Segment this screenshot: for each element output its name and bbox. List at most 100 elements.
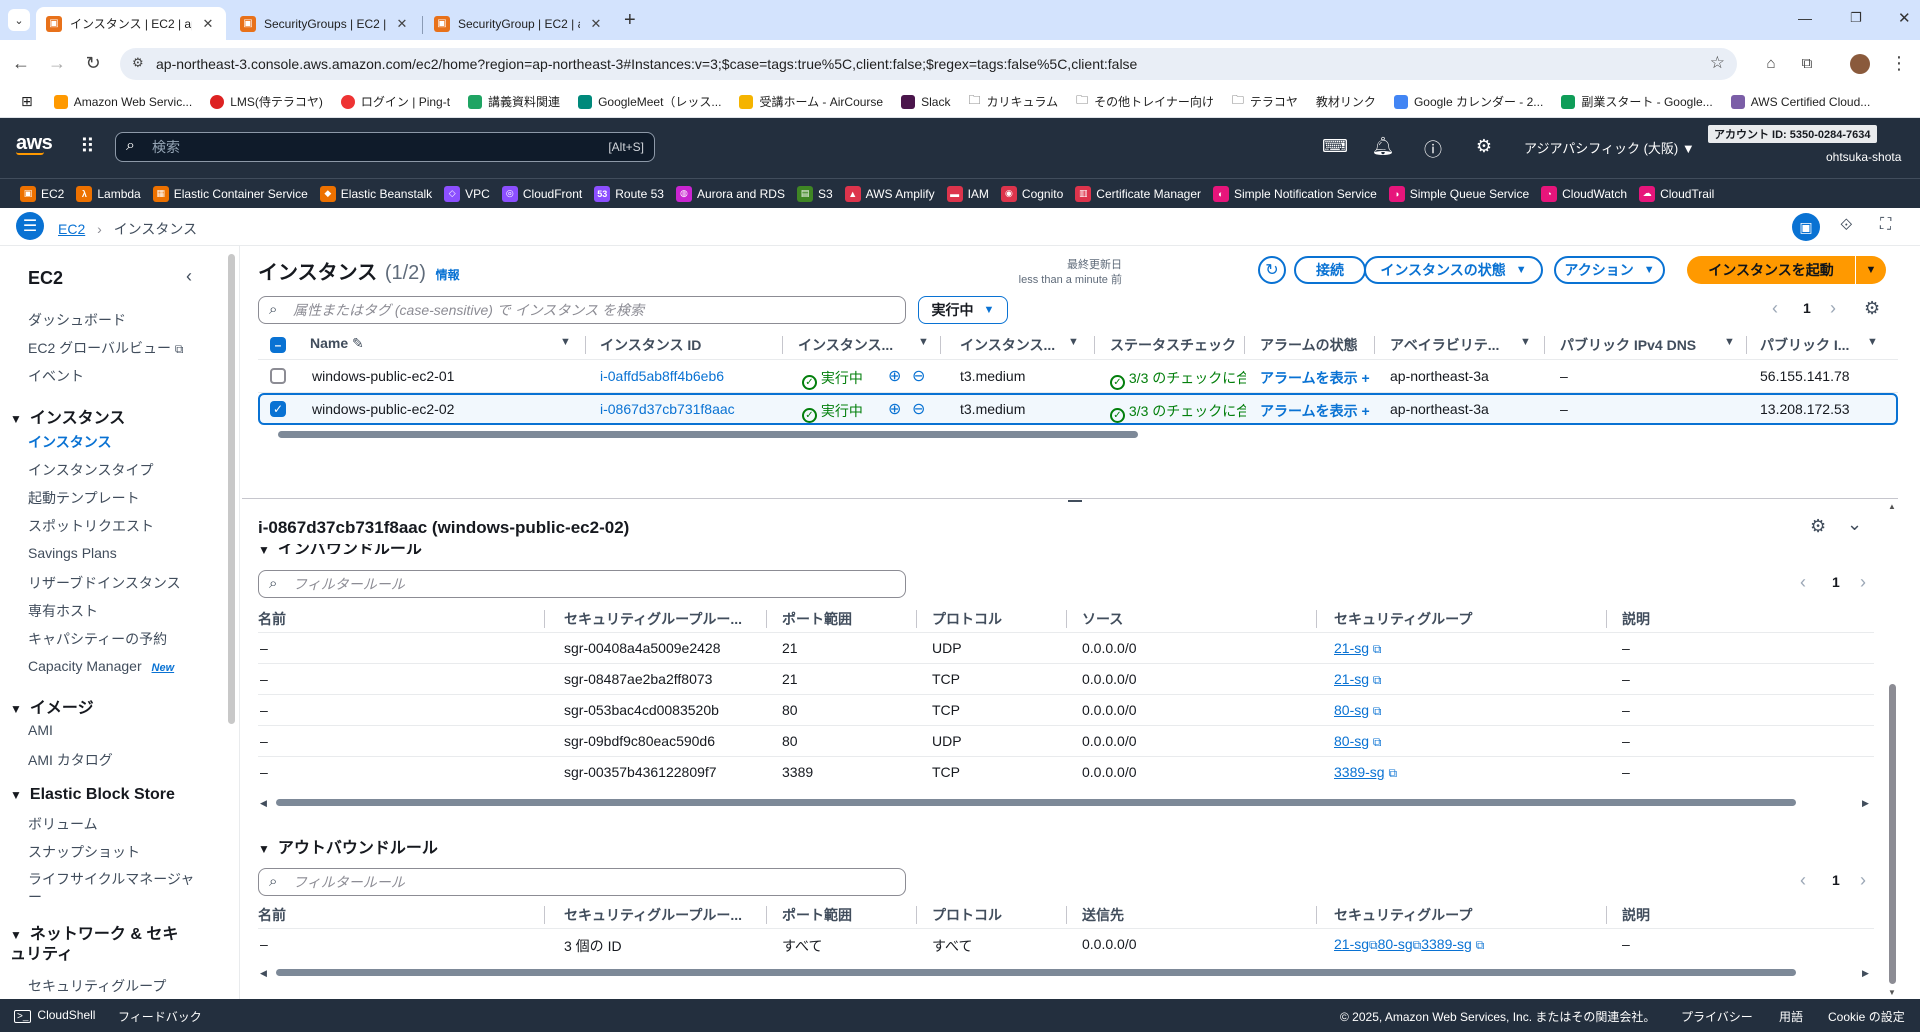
sort-icon[interactable]: ▼ xyxy=(1724,336,1735,348)
table-row[interactable]: – 3 個の ID すべて すべて 0.0.0.0/0 21-sg⧉80-sg⧉… xyxy=(258,929,1874,960)
account-id[interactable]: アカウント ID: 5350-0284-7634 xyxy=(1708,125,1877,143)
table-horizontal-scrollbar[interactable] xyxy=(278,431,1138,438)
menu-icon[interactable]: ⋮ xyxy=(1884,48,1914,78)
sg-link[interactable]: 21-sg xyxy=(1334,936,1369,952)
col-protocol[interactable]: プロトコル xyxy=(932,905,1002,925)
view-alarms-link[interactable]: アラームを表示 + xyxy=(1260,401,1370,421)
back-icon[interactable]: ← xyxy=(6,48,36,78)
extensions-icon[interactable]: ⧉ xyxy=(1792,48,1822,78)
nav-volumes[interactable]: ボリューム xyxy=(28,814,98,834)
nav-reserved-instances[interactable]: リザーブドインスタンス xyxy=(28,573,181,593)
preferences-gear-icon[interactable]: ⚙ xyxy=(1864,298,1880,319)
terms-link[interactable]: 用語 xyxy=(1779,1008,1803,1025)
inbound-heading[interactable]: ▼ インバウンドルール xyxy=(258,544,658,554)
next-page-icon[interactable]: › xyxy=(1830,298,1836,319)
nav-snapshots[interactable]: スナップショット xyxy=(28,842,140,862)
favorite-cognito[interactable]: ◉ Cognito xyxy=(995,185,1069,202)
panel-scroll-up-icon[interactable]: ▲ xyxy=(1888,502,1896,511)
inbound-horizontal-scrollbar[interactable] xyxy=(276,799,1796,806)
row-checkbox-checked[interactable]: ✓ xyxy=(270,401,286,417)
camera-icon[interactable]: ⌂ xyxy=(1756,48,1786,78)
col-alarm-status[interactable]: アラームの状態 xyxy=(1260,335,1358,355)
prev-page-icon[interactable]: ‹ xyxy=(1772,298,1778,319)
close-icon[interactable]: ✕ xyxy=(394,16,410,32)
col-port-range[interactable]: ポート範囲 xyxy=(782,609,852,629)
nav-capacity-manager[interactable]: Capacity Manager New xyxy=(28,658,174,674)
column-divider[interactable] xyxy=(766,610,767,628)
column-divider[interactable] xyxy=(1606,610,1607,628)
launch-dropdown-button[interactable]: ▼ xyxy=(1856,256,1886,284)
column-divider[interactable] xyxy=(1094,336,1095,354)
table-row[interactable]: – sgr-053bac4cd0083520b 80 TCP 0.0.0.0/0… xyxy=(258,695,1874,726)
table-row[interactable]: – sgr-00408a4a5009e2428 21 UDP 0.0.0.0/0… xyxy=(258,633,1874,664)
scroll-right-icon[interactable]: ▶ xyxy=(1862,798,1869,809)
site-info-icon[interactable]: ⚙ xyxy=(132,55,144,71)
favorite-amplify[interactable]: ▲ AWS Amplify xyxy=(839,185,941,202)
instance-id-link[interactable]: i-0867d37cb731f8aac xyxy=(600,401,735,417)
prev-page-icon[interactable]: ‹ xyxy=(1800,572,1806,593)
info-link[interactable]: 情報 xyxy=(436,268,460,282)
column-divider[interactable] xyxy=(1066,906,1067,924)
panel-vertical-scrollbar[interactable] xyxy=(1889,684,1896,984)
col-source[interactable]: ソース xyxy=(1082,609,1123,629)
panel-scroll-down-icon[interactable]: ▼ xyxy=(1888,988,1896,997)
bookmark-folder[interactable]: 🗀 その他トレイナー向け xyxy=(1067,88,1223,116)
col-public-dns[interactable]: パブリック IPv4 DNS xyxy=(1560,335,1696,355)
favorite-rds[interactable]: ◍ Aurora and RDS xyxy=(670,185,791,202)
col-instance-state[interactable]: インスタンス... xyxy=(798,335,893,355)
bookmark[interactable]: Slack xyxy=(892,88,959,116)
table-row[interactable]: – sgr-09bdf9c80eac590d6 80 UDP 0.0.0.0/0… xyxy=(258,726,1874,757)
bookmark[interactable]: LMS(侍テラコヤ) xyxy=(201,88,332,116)
launch-instances-button[interactable]: インスタンスを起動 xyxy=(1687,256,1855,284)
favorite-iam[interactable]: ▬ IAM xyxy=(941,185,995,202)
security-group-link[interactable]: 3389-sg ⧉ xyxy=(1334,764,1397,781)
favorite-route53[interactable]: 53 Route 53 xyxy=(588,185,670,202)
nav-section-network-security[interactable]: ▼ ネットワーク & セキュリティ xyxy=(10,925,190,964)
cloudshell-button[interactable]: >_ CloudShell xyxy=(14,1008,95,1023)
col-protocol[interactable]: プロトコル xyxy=(932,609,1002,629)
page-number[interactable]: 1 xyxy=(1832,574,1840,590)
col-destination[interactable]: 送信先 xyxy=(1082,905,1124,925)
col-name[interactable]: 名前 xyxy=(258,905,286,925)
favorite-acm[interactable]: ▥ Certificate Manager xyxy=(1069,185,1207,202)
col-name[interactable]: Name ✎ xyxy=(310,335,364,352)
nav-dashboard[interactable]: ダッシュボード xyxy=(28,310,126,330)
instance-id-link[interactable]: i-0affd5ab8ff4b6eb6 xyxy=(600,368,724,384)
reload-icon[interactable]: ↻ xyxy=(78,48,108,78)
col-security-group[interactable]: セキュリティグループ xyxy=(1334,609,1472,629)
favorite-cloudfront[interactable]: ◎ CloudFront xyxy=(496,185,588,202)
col-name[interactable]: 名前 xyxy=(258,609,286,629)
col-public-ip[interactable]: パブリック I... xyxy=(1760,335,1849,355)
favorite-s3[interactable]: ▤ S3 xyxy=(791,185,839,202)
bookmark[interactable]: Amazon Web Servic... xyxy=(45,88,202,116)
breadcrumb-ec2-link[interactable]: EC2 xyxy=(58,221,85,237)
nav-events[interactable]: イベント xyxy=(28,366,84,386)
forward-icon[interactable]: → xyxy=(42,48,72,78)
column-divider[interactable] xyxy=(1746,336,1747,354)
nav-ami[interactable]: AMI xyxy=(28,722,53,738)
zoom-out-icon[interactable]: ⊖ xyxy=(912,366,925,386)
drag-handle-icon[interactable] xyxy=(1068,500,1082,502)
refresh-button[interactable]: ↻ xyxy=(1258,256,1286,284)
nav-capacity-reservations[interactable]: キャパシティーの予約 xyxy=(28,629,167,649)
cookie-settings-link[interactable]: Cookie の設定 xyxy=(1828,1008,1905,1025)
row-checkbox[interactable] xyxy=(270,368,286,384)
inbound-filter-input[interactable]: ⌕ フィルタールール xyxy=(258,570,906,598)
nav-instances-active[interactable]: インスタンス xyxy=(28,432,111,452)
col-description[interactable]: 説明 xyxy=(1622,905,1650,925)
view-alarms-link[interactable]: アラームを表示 + xyxy=(1260,368,1370,388)
close-icon[interactable]: ✕ xyxy=(200,16,216,32)
sort-icon[interactable]: ▼ xyxy=(1520,336,1531,348)
bookmark-folder[interactable]: 🗀 テラコヤ xyxy=(1223,88,1307,116)
col-status-check[interactable]: ステータスチェック xyxy=(1110,335,1240,355)
table-row[interactable]: windows-public-ec2-01 i-0affd5ab8ff4b6eb… xyxy=(258,360,1898,392)
column-divider[interactable] xyxy=(1316,906,1317,924)
address-bar[interactable]: ⚙ ap-northeast-3.console.aws.amazon.com/… xyxy=(120,48,1737,80)
col-instance-type[interactable]: インスタンス... xyxy=(960,335,1055,355)
tools-panel-icon[interactable]: ⛶ xyxy=(1880,216,1891,234)
close-icon[interactable]: ✕ xyxy=(588,16,604,32)
privacy-link[interactable]: プライバシー xyxy=(1681,1008,1753,1025)
panel-settings-gear-icon[interactable]: ⚙ xyxy=(1810,516,1826,537)
col-rule-id[interactable]: セキュリティグループルー... xyxy=(564,609,742,629)
column-divider[interactable] xyxy=(916,906,917,924)
